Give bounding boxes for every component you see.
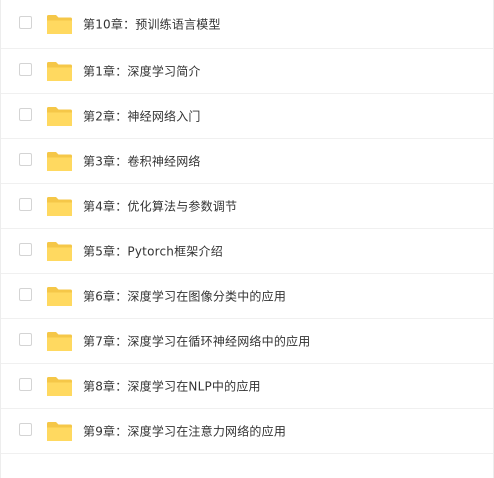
row-checkbox[interactable] [19,243,32,256]
row-checkbox[interactable] [19,16,32,29]
list-item[interactable]: 第1章：深度学习简介 [1,49,493,94]
row-checkbox[interactable] [19,288,32,301]
folder-icon [46,331,73,352]
folder-name[interactable]: 第2章：神经网络入门 [83,108,201,125]
folder-name[interactable]: 第3章：卷积神经网络 [83,153,201,170]
folder-name[interactable]: 第4章：优化算法与参数调节 [83,198,237,215]
row-checkbox[interactable] [19,153,32,166]
list-item[interactable]: 第6章：深度学习在图像分类中的应用 [1,274,493,319]
list-item[interactable]: 第5章：Pytorch框架介绍 [1,229,493,274]
folder-icon [46,14,73,35]
folder-icon [46,61,73,82]
folder-name[interactable]: 第6章：深度学习在图像分类中的应用 [83,288,286,305]
folder-icon [46,151,73,172]
list-item[interactable]: 第7章：深度学习在循环神经网络中的应用 [1,319,493,364]
list-item[interactable]: 第8章：深度学习在NLP中的应用 [1,364,493,409]
folder-icon [46,376,73,397]
row-checkbox[interactable] [19,423,32,436]
folder-icon [46,196,73,217]
folder-name[interactable]: 第9章：深度学习在注意力网络的应用 [83,423,286,440]
file-list: 第10章：预训练语言模型 第1章：深度学习简介 第2章：神经网络入门 第3章：卷… [0,0,494,478]
row-checkbox[interactable] [19,333,32,346]
folder-icon [46,421,73,442]
list-item[interactable]: 第4章：优化算法与参数调节 [1,184,493,229]
folder-icon [46,286,73,307]
list-item[interactable]: 第3章：卷积神经网络 [1,139,493,184]
row-checkbox[interactable] [19,378,32,391]
folder-icon [46,241,73,262]
folder-name[interactable]: 第10章：预训练语言模型 [83,16,221,33]
row-checkbox[interactable] [19,198,32,211]
row-checkbox[interactable] [19,63,32,76]
list-item[interactable]: 第2章：神经网络入门 [1,94,493,139]
row-checkbox[interactable] [19,108,32,121]
folder-name[interactable]: 第7章：深度学习在循环神经网络中的应用 [83,333,310,350]
folder-icon [46,106,73,127]
list-item[interactable]: 第9章：深度学习在注意力网络的应用 [1,409,493,454]
folder-name[interactable]: 第8章：深度学习在NLP中的应用 [83,378,261,395]
list-item[interactable]: 第10章：预训练语言模型 [1,0,493,49]
folder-name[interactable]: 第1章：深度学习简介 [83,63,201,80]
folder-name[interactable]: 第5章：Pytorch框架介绍 [83,243,223,260]
